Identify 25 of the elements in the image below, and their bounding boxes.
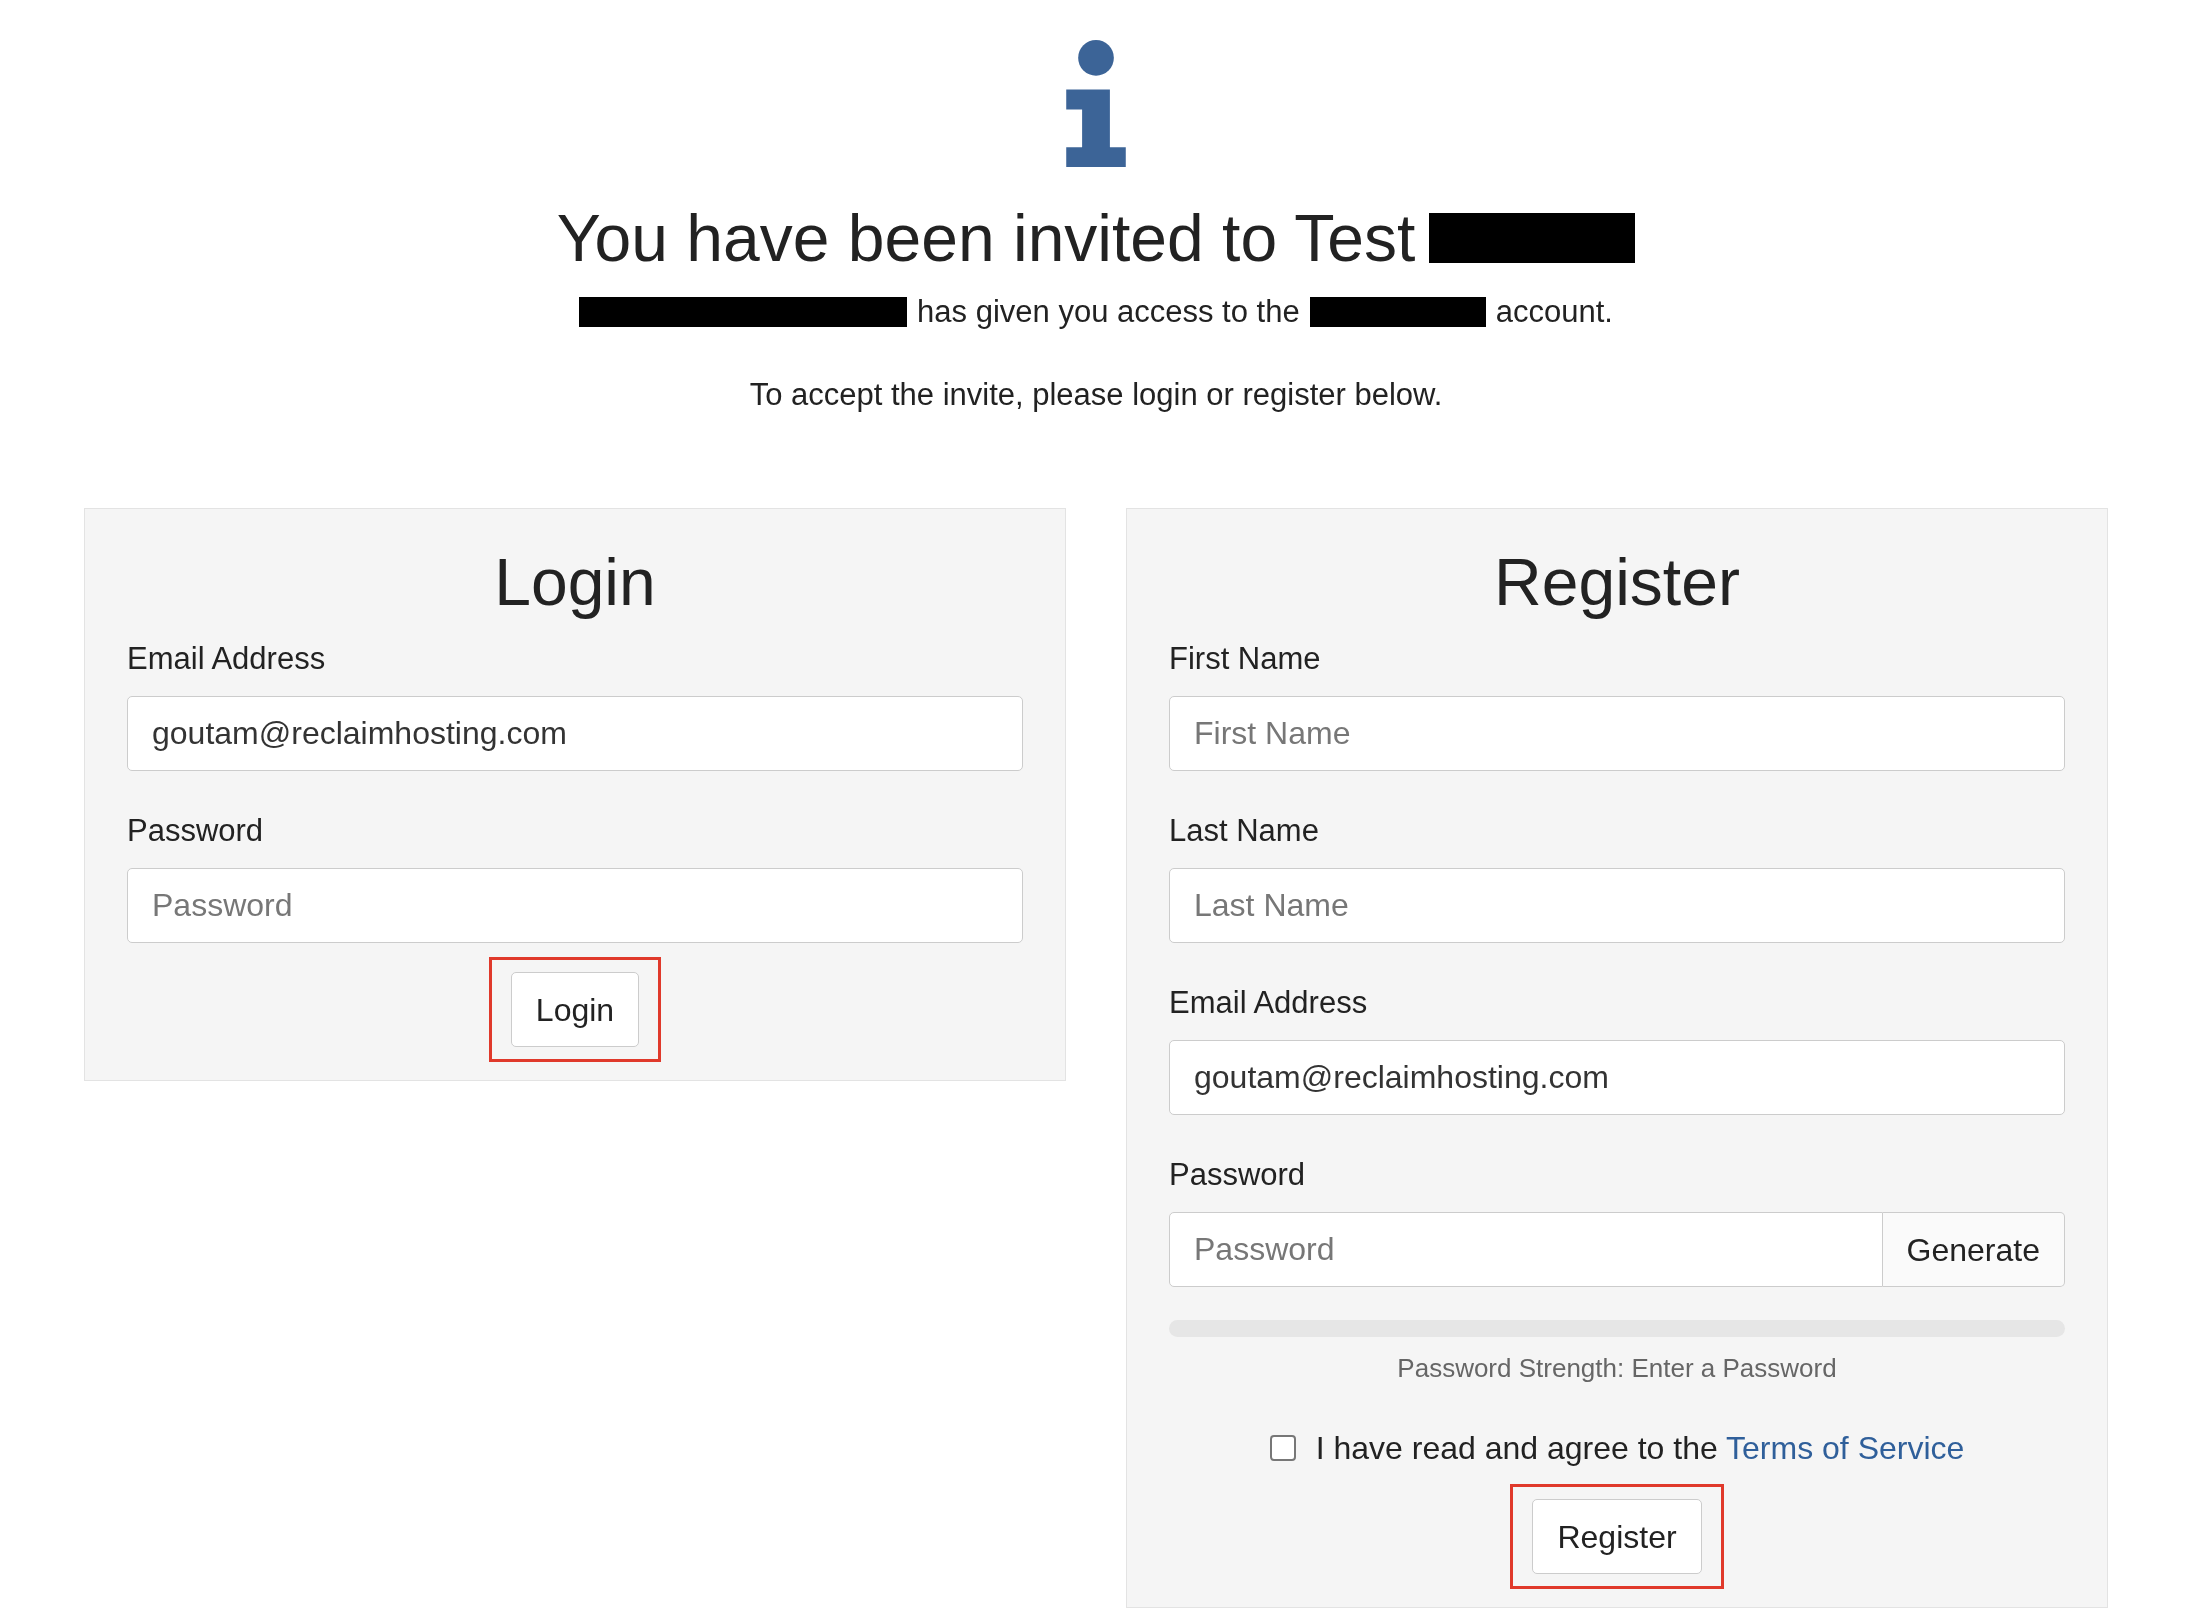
field-label: Password bbox=[1169, 1156, 1306, 1194]
field-label: Email Address bbox=[1169, 984, 1368, 1022]
input-field[interactable]: Last Name bbox=[1169, 868, 2065, 943]
panel-title: Register bbox=[1493, 544, 1741, 621]
input-field[interactable]: First Name bbox=[1169, 696, 2065, 771]
submit-button[interactable]: Register bbox=[1532, 1499, 1702, 1574]
input-field[interactable]: goutam@reclaimhosting.com bbox=[1169, 1040, 2065, 1115]
panel-title: Login bbox=[493, 544, 657, 621]
field-label: Password bbox=[127, 812, 264, 850]
field-label: Last Name bbox=[1169, 812, 1319, 850]
generate-button[interactable]: Generate bbox=[1882, 1212, 2065, 1287]
invite-title: You have been invited to Test bbox=[556, 200, 1416, 277]
input-field[interactable]: Password bbox=[127, 868, 1023, 943]
field-label: Email Address bbox=[127, 640, 326, 678]
terms-checkbox[interactable] bbox=[1269, 1435, 1296, 1461]
strength-text: Password Strength: Enter a Password bbox=[1397, 1352, 1837, 1385]
password-field[interactable]: Password bbox=[1169, 1212, 1883, 1287]
terms-link[interactable]: Terms of Service bbox=[1726, 1430, 1965, 1466]
field-label: First Name bbox=[1169, 640, 1321, 678]
invite-message: account. bbox=[1495, 293, 1613, 331]
submit-button[interactable]: Login bbox=[510, 972, 640, 1047]
invite-message: has given you access to the bbox=[917, 293, 1300, 331]
input-field[interactable]: goutam@reclaimhosting.com bbox=[127, 696, 1023, 771]
terms-text: I have read and agree to the Terms of Service bbox=[1315, 1429, 1965, 1468]
instructions: To accept the invite, please login or register below. bbox=[749, 375, 1443, 414]
